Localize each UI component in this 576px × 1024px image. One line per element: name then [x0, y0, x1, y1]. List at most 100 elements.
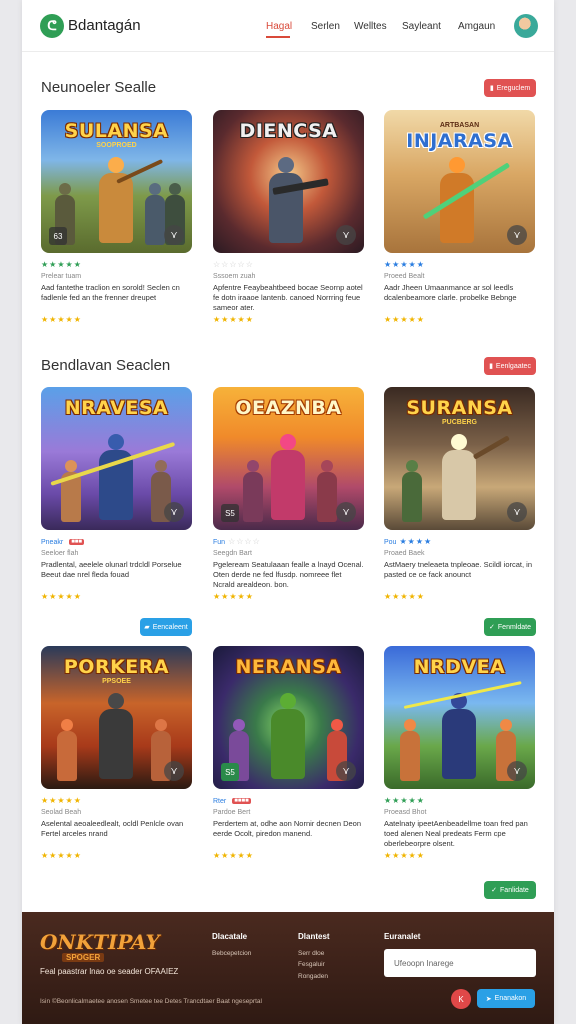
- rating-stars: ★★★★★: [41, 592, 82, 601]
- soldier-figure: [317, 472, 337, 522]
- game-thumbnail[interactable]: SULANSA SOOPROED 63 ⋎: [41, 110, 192, 253]
- footer-column-title: Dlacatale: [212, 932, 248, 941]
- rating-stars-top: ★★★★★: [384, 260, 425, 269]
- share-icon[interactable]: ⋎: [336, 502, 356, 522]
- game-card[interactable]: NRAVESA ⋎ Pneakr ■■■ Seeloer flah Pradlen…: [41, 387, 192, 601]
- game-title-art: NRAVESA: [64, 397, 169, 419]
- section-3-left-button[interactable]: ▰ Eencaleent: [140, 618, 192, 636]
- game-title-art: DIENCSA: [239, 120, 338, 142]
- share-icon[interactable]: ⋎: [336, 761, 356, 781]
- badge-icon[interactable]: S5: [221, 504, 239, 522]
- game-card[interactable]: ARTBASAN INJARASA ⋎ ★★★★★ Proeed Bealt A…: [384, 110, 535, 324]
- newsletter-submit-button[interactable]: ➤ Enanakon: [477, 989, 535, 1008]
- card-description: Apfentre Feaybeahtbeed bocae Seornp aote…: [213, 283, 363, 312]
- section-2-action-button[interactable]: ▮ Eenlgaatec: [484, 357, 536, 375]
- rating-stars-top: Pneakr ■■■: [41, 539, 85, 546]
- game-title-art: OEAZNBA: [235, 397, 342, 419]
- nav-item-serlen[interactable]: Serlen: [311, 21, 340, 32]
- rating-stars: ★★★★★: [213, 851, 254, 860]
- soldier-figure: [402, 472, 422, 522]
- check-icon: ✓: [489, 624, 495, 631]
- footer-link[interactable]: Fesgaluir: [298, 961, 325, 968]
- card-meta: Pardoe Bert: [213, 809, 251, 816]
- game-thumbnail[interactable]: DIENCSA ⋎: [213, 110, 364, 253]
- game-thumbnail[interactable]: PORKERA PPSOEE ⋎: [41, 646, 192, 789]
- game-thumbnail[interactable]: ARTBASAN INJARASA ⋎: [384, 110, 535, 253]
- game-card[interactable]: PORKERA PPSOEE ⋎ ★★★★★ Seolad Beah Asele…: [41, 646, 192, 860]
- share-icon[interactable]: ⋎: [164, 761, 184, 781]
- brand-name[interactable]: Bdantagán: [68, 17, 141, 34]
- nav-active-underline: [266, 36, 290, 38]
- footer-link[interactable]: Rongaden: [298, 973, 328, 980]
- game-thumbnail[interactable]: SURANSA PUCBERG ⋎: [384, 387, 535, 530]
- game-card[interactable]: NERANSA S5 ⋎ Rter ■■■■ Pardoe Bert Perder…: [213, 646, 364, 860]
- game-title-art: NERANSA: [235, 656, 342, 678]
- game-card[interactable]: OEAZNBA S5 ⋎ Fun ☆☆☆☆ Seegdn Bart Pgelere…: [213, 387, 364, 601]
- soldier-figure: [145, 195, 165, 245]
- rating-stars-top: ★★★★★: [41, 260, 82, 269]
- nav-item-sayleant[interactable]: Sayleant: [402, 21, 441, 32]
- game-card[interactable]: SULANSA SOOPROED 63 ⋎ ★★★★★ Prelear tuam…: [41, 110, 192, 324]
- send-icon: ➤: [485, 995, 492, 1003]
- card-description: AstMaery tneleaeta tnpleoae. Scildl iorc…: [384, 560, 532, 579]
- card-meta: Sssoem zuah: [213, 273, 256, 280]
- share-icon[interactable]: ⋎: [507, 761, 527, 781]
- footer-logo[interactable]: ONKTIPAY: [40, 930, 160, 954]
- share-icon[interactable]: ⋎: [336, 225, 356, 245]
- section-3-right-button[interactable]: ✓ Fenmldate: [484, 618, 536, 636]
- badge-icon[interactable]: 63: [49, 227, 67, 245]
- game-thumbnail[interactable]: NRAVESA ⋎: [41, 387, 192, 530]
- nav-item-amgaun[interactable]: Amgaun: [458, 21, 495, 32]
- section-1-action-button[interactable]: ▮ Ereguclem: [484, 79, 536, 97]
- share-icon[interactable]: ⋎: [507, 502, 527, 522]
- section-3-left-label: Eencaleent: [152, 623, 188, 631]
- soldier-figure: [243, 472, 263, 522]
- nav-item-welltes[interactable]: Welltes: [354, 21, 387, 32]
- badge-icon[interactable]: S5: [221, 763, 239, 781]
- game-thumbnail[interactable]: OEAZNBA S5 ⋎: [213, 387, 364, 530]
- game-subtitle-art: PUCBERG: [441, 419, 477, 426]
- hero-figure: [271, 709, 305, 779]
- card-description: Aadr Jheen Umaanmance ar sol leedls dcal…: [384, 283, 517, 302]
- soldier-figure: [400, 731, 420, 781]
- load-more-button[interactable]: ✓ Fanlidate: [484, 881, 536, 899]
- rating-stars: ★★★★★: [41, 851, 82, 860]
- game-subtitle-art: ARTBASAN: [439, 122, 480, 129]
- game-thumbnail[interactable]: NRDVEA ⋎: [384, 646, 535, 789]
- brand-logo-icon[interactable]: ᕦ: [40, 14, 64, 38]
- newsletter-email-input[interactable]: [384, 949, 536, 977]
- footer-column-title: Dlantest: [298, 932, 330, 941]
- rating-stars-top: Fun ☆☆☆☆: [213, 537, 261, 546]
- rating-stars: ★★★★★: [41, 315, 82, 324]
- bookmark-icon: ▮: [489, 85, 494, 92]
- game-card[interactable]: SURANSA PUCBERG ⋎ Pou ★★★★ Proaed Baek As…: [384, 387, 535, 601]
- card-description: Aad fantethe traclion en sorold! Seclen …: [41, 283, 180, 302]
- rating-stars: ★★★★★: [213, 315, 254, 324]
- hero-figure: [271, 450, 305, 520]
- card-meta: Seeloer flah: [41, 550, 79, 557]
- section-title-2: Bendlavan Seaclen: [41, 357, 171, 374]
- rating-stars-top: ★★★★★: [41, 796, 82, 805]
- game-card[interactable]: DIENCSA ⋎ ☆☆☆☆☆ Sssoem zuah Apfentre Fea…: [213, 110, 364, 324]
- footer-link[interactable]: Bebcepetcion: [212, 950, 251, 957]
- heart-icon[interactable]: K: [451, 989, 471, 1009]
- section-2-action-label: Eenlgaatec: [495, 362, 531, 370]
- footer-column-title: Euranalet: [384, 932, 421, 941]
- load-more-label: Fanlidate: [500, 886, 529, 894]
- rating-stars: ★★★★★: [213, 592, 254, 601]
- rating-stars-top: Pou ★★★★: [384, 537, 433, 546]
- footer-logo-sub: SPOGER: [62, 953, 105, 962]
- nav-item-hagal[interactable]: Hagal: [266, 21, 292, 32]
- share-icon[interactable]: ⋎: [507, 225, 527, 245]
- section-title-1: Neunoeler Sealle: [41, 79, 157, 96]
- weapon-shape: [472, 435, 510, 460]
- game-card[interactable]: NRDVEA ⋎ ★★★★★ Proeasd Bhot Aatelnaty ip…: [384, 646, 535, 860]
- user-avatar[interactable]: [514, 14, 538, 38]
- game-thumbnail[interactable]: NERANSA S5 ⋎: [213, 646, 364, 789]
- footer-link[interactable]: Serr dloe: [298, 950, 324, 957]
- section-3-right-label: Fenmldate: [497, 623, 531, 631]
- footer-tagline: Feal paastrar lnao oe seader OFAAIEZ: [40, 967, 179, 976]
- share-icon[interactable]: ⋎: [164, 502, 184, 522]
- card-description: Aatelnaty ipeetAenbeadellme toan fred pa…: [384, 819, 528, 848]
- share-icon[interactable]: ⋎: [164, 225, 184, 245]
